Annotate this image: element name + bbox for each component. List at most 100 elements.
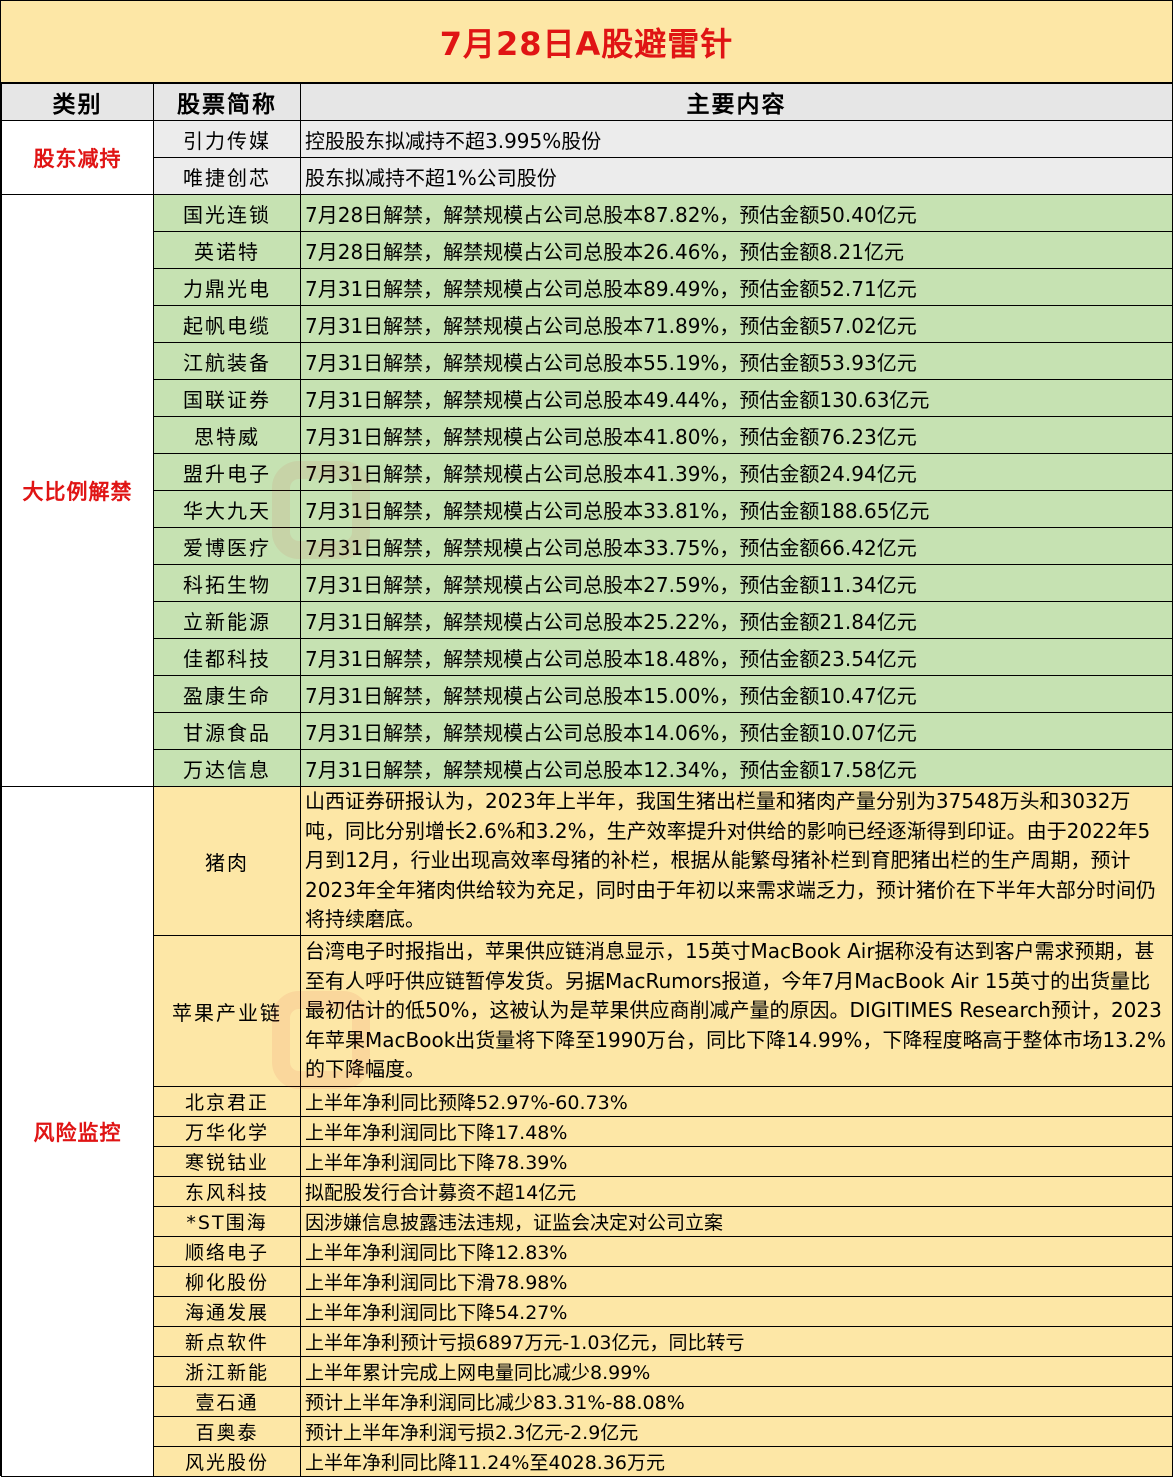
table-row: 思特威 7月31日解禁，解禁规模占公司总股本41.80%，预估金额76.23亿元 bbox=[2, 416, 1173, 454]
content-cell: 7月31日解禁，解禁规模占公司总股本33.81%，预估金额188.65亿元 bbox=[300, 490, 1173, 528]
table-row: 起帆电缆 7月31日解禁，解禁规模占公司总股本71.89%，预估金额57.02亿… bbox=[2, 305, 1173, 343]
content-cell: 7月31日解禁，解禁规模占公司总股本55.19%，预估金额53.93亿元 bbox=[300, 342, 1173, 380]
header-stock: 股票简称 bbox=[153, 83, 301, 121]
table-row: 华大九天 7月31日解禁，解禁规模占公司总股本33.81%，预估金额188.65… bbox=[2, 490, 1173, 528]
content-cell: 7月31日解禁，解禁规模占公司总股本12.34%，预估金额17.58亿元 bbox=[300, 749, 1173, 787]
stock-name: 猪肉 bbox=[153, 786, 301, 936]
stock-name: 东风科技 bbox=[153, 1176, 301, 1207]
content-cell: 7月31日解禁，解禁规模占公司总股本27.59%，预估金额11.34亿元 bbox=[300, 564, 1173, 602]
stock-name: 柳化股份 bbox=[153, 1266, 301, 1297]
stock-name: 甘源食品 bbox=[153, 712, 301, 750]
content-cell: 拟配股发行合计募资不超14亿元 bbox=[300, 1176, 1173, 1207]
stock-name: 江航装备 bbox=[153, 342, 301, 380]
stock-name: 海通发展 bbox=[153, 1296, 301, 1327]
content-cell: 控股股东拟减持不超3.995%股份 bbox=[300, 120, 1173, 158]
table-row: 唯捷创芯 股东拟减持不超1%公司股份 bbox=[2, 157, 1173, 195]
content-cell: 7月31日解禁，解禁规模占公司总股本41.80%，预估金额76.23亿元 bbox=[300, 416, 1173, 454]
table-row: 浙江新能 上半年累计完成上网电量同比减少8.99% bbox=[2, 1356, 1173, 1387]
stock-name: 爱博医疗 bbox=[153, 527, 301, 565]
table-row: 爱博医疗 7月31日解禁，解禁规模占公司总股本33.75%，预估金额66.42亿… bbox=[2, 527, 1173, 565]
content-cell: 7月31日解禁，解禁规模占公司总股本14.06%，预估金额10.07亿元 bbox=[300, 712, 1173, 750]
content-cell: 上半年净利润同比下降17.48% bbox=[300, 1116, 1173, 1147]
content-cell: 上半年净利预计亏损6897万元-1.03亿元，同比转亏 bbox=[300, 1326, 1173, 1357]
table-row: 江航装备 7月31日解禁，解禁规模占公司总股本55.19%，预估金额53.93亿… bbox=[2, 342, 1173, 380]
content-cell: 7月31日解禁，解禁规模占公司总股本15.00%，预估金额10.47亿元 bbox=[300, 675, 1173, 713]
content-cell: 台湾电子时报指出，苹果供应链消息显示，15英寸MacBook Air据称没有达到… bbox=[300, 935, 1173, 1087]
table-row: 力鼎光电 7月31日解禁，解禁规模占公司总股本89.49%，预估金额52.71亿… bbox=[2, 268, 1173, 306]
content-cell: 7月28日解禁，解禁规模占公司总股本26.46%，预估金额8.21亿元 bbox=[300, 231, 1173, 269]
table-row: 英诺特 7月28日解禁，解禁规模占公司总股本26.46%，预估金额8.21亿元 bbox=[2, 231, 1173, 269]
stock-name: 思特威 bbox=[153, 416, 301, 454]
content-cell: 预计上半年净利润同比减少83.31%-88.08% bbox=[300, 1386, 1173, 1417]
stock-name: 盟升电子 bbox=[153, 453, 301, 491]
content-cell: 7月31日解禁，解禁规模占公司总股本49.44%，预估金额130.63亿元 bbox=[300, 379, 1173, 417]
stock-name: 立新能源 bbox=[153, 601, 301, 639]
stock-name: 万达信息 bbox=[153, 749, 301, 787]
content-cell: 7月31日解禁，解禁规模占公司总股本71.89%，预估金额57.02亿元 bbox=[300, 305, 1173, 343]
sheet-title: 7月28日A股避雷针 bbox=[1, 0, 1172, 83]
header-content: 主要内容 bbox=[300, 83, 1173, 121]
stock-table: 类别 股票简称 主要内容 股东减持 引力传媒 控股股东拟减持不超3.995%股份… bbox=[1, 83, 1173, 1477]
table-row: 盟升电子 7月31日解禁，解禁规模占公司总股本41.39%，预估金额24.94亿… bbox=[2, 453, 1173, 491]
stock-name: 北京君正 bbox=[153, 1086, 301, 1117]
table-row: 盈康生命 7月31日解禁，解禁规模占公司总股本15.00%，预估金额10.47亿… bbox=[2, 675, 1173, 713]
stock-name: 力鼎光电 bbox=[153, 268, 301, 306]
content-cell: 7月28日解禁，解禁规模占公司总股本87.82%，预估金额50.40亿元 bbox=[300, 194, 1173, 232]
stock-name: 起帆电缆 bbox=[153, 305, 301, 343]
category-cell: 股东减持 bbox=[1, 120, 154, 195]
stock-name: *ST围海 bbox=[153, 1206, 301, 1237]
table-row: 新点软件 上半年净利预计亏损6897万元-1.03亿元，同比转亏 bbox=[2, 1326, 1173, 1357]
stock-name: 引力传媒 bbox=[153, 120, 301, 158]
table-row: 甘源食品 7月31日解禁，解禁规模占公司总股本14.06%，预估金额10.07亿… bbox=[2, 712, 1173, 750]
content-cell: 上半年净利同比降11.24%至4028.36万元 bbox=[300, 1446, 1173, 1477]
content-cell: 预计上半年净利润亏损2.3亿元-2.9亿元 bbox=[300, 1416, 1173, 1447]
table-row: 百奥泰 预计上半年净利润亏损2.3亿元-2.9亿元 bbox=[2, 1416, 1173, 1447]
content-cell: 上半年累计完成上网电量同比减少8.99% bbox=[300, 1356, 1173, 1387]
header-row: 类别 股票简称 主要内容 bbox=[1, 83, 1173, 121]
table-row: 壹石通 预计上半年净利润同比减少83.31%-88.08% bbox=[2, 1386, 1173, 1417]
stock-name: 万华化学 bbox=[153, 1116, 301, 1147]
content-cell: 上半年净利润同比下降12.83% bbox=[300, 1236, 1173, 1267]
table-row: *ST围海 因涉嫌信息披露违法违规，证监会决定对公司立案 bbox=[2, 1206, 1173, 1237]
content-cell: 上半年净利润同比下滑78.98% bbox=[300, 1266, 1173, 1297]
stock-name: 英诺特 bbox=[153, 231, 301, 269]
stock-name: 国联证券 bbox=[153, 379, 301, 417]
stock-name: 苹果产业链 bbox=[153, 935, 301, 1087]
table-row: 万华化学 上半年净利润同比下降17.48% bbox=[2, 1116, 1173, 1147]
table-row: 股东减持 引力传媒 控股股东拟减持不超3.995%股份 bbox=[1, 120, 1173, 195]
stock-name: 国光连锁 bbox=[153, 194, 301, 232]
table-row: 大比例解禁 国光连锁 7月28日解禁，解禁规模占公司总股本87.82%，预估金额… bbox=[1, 194, 1173, 787]
table-row: 风险监控 猪肉 山西证券研报认为，2023年上半年，我国生猪出栏量和猪肉产量分别… bbox=[1, 786, 1173, 1477]
stock-name: 寒锐钴业 bbox=[153, 1146, 301, 1177]
content-cell: 股东拟减持不超1%公司股份 bbox=[300, 157, 1173, 195]
stock-name: 新点软件 bbox=[153, 1326, 301, 1357]
stock-name: 科拓生物 bbox=[153, 564, 301, 602]
table-row: 国联证券 7月31日解禁，解禁规模占公司总股本49.44%，预估金额130.63… bbox=[2, 379, 1173, 417]
stock-name: 百奥泰 bbox=[153, 1416, 301, 1447]
table-row: 柳化股份 上半年净利润同比下滑78.98% bbox=[2, 1266, 1173, 1297]
table-row: 科拓生物 7月31日解禁，解禁规模占公司总股本27.59%，预估金额11.34亿… bbox=[2, 564, 1173, 602]
table-row: 风光股份 上半年净利同比降11.24%至4028.36万元 bbox=[2, 1446, 1173, 1477]
category-cell: 大比例解禁 bbox=[1, 194, 154, 787]
stock-name: 浙江新能 bbox=[153, 1356, 301, 1387]
content-cell: 山西证券研报认为，2023年上半年，我国生猪出栏量和猪肉产量分别为37548万头… bbox=[300, 786, 1173, 936]
category-cell: 风险监控 bbox=[1, 786, 154, 1477]
content-cell: 上半年净利润同比下降78.39% bbox=[300, 1146, 1173, 1177]
avoid-mines-sheet: 7月28日A股避雷针 类别 股票简称 主要内容 股东减持 引力传媒 控股股东拟减… bbox=[0, 0, 1173, 1477]
table-row: 东风科技 拟配股发行合计募资不超14亿元 bbox=[2, 1176, 1173, 1207]
stock-name: 华大九天 bbox=[153, 490, 301, 528]
stock-name: 风光股份 bbox=[153, 1446, 301, 1477]
stock-name: 顺络电子 bbox=[153, 1236, 301, 1267]
content-cell: 因涉嫌信息披露违法违规，证监会决定对公司立案 bbox=[300, 1206, 1173, 1237]
header-category: 类别 bbox=[1, 83, 154, 121]
content-cell: 7月31日解禁，解禁规模占公司总股本25.22%，预估金额21.84亿元 bbox=[300, 601, 1173, 639]
table-row: 海通发展 上半年净利润同比下降54.27% bbox=[2, 1296, 1173, 1327]
content-cell: 7月31日解禁，解禁规模占公司总股本89.49%，预估金额52.71亿元 bbox=[300, 268, 1173, 306]
stock-name: 唯捷创芯 bbox=[153, 157, 301, 195]
table-row: 立新能源 7月31日解禁，解禁规模占公司总股本25.22%，预估金额21.84亿… bbox=[2, 601, 1173, 639]
content-cell: 上半年净利润同比下降54.27% bbox=[300, 1296, 1173, 1327]
content-cell: 7月31日解禁，解禁规模占公司总股本41.39%，预估金额24.94亿元 bbox=[300, 453, 1173, 491]
table-row: 北京君正 上半年净利同比预降52.97%-60.73% bbox=[2, 1086, 1173, 1117]
content-cell: 7月31日解禁，解禁规模占公司总股本18.48%，预估金额23.54亿元 bbox=[300, 638, 1173, 676]
table-row: 顺络电子 上半年净利润同比下降12.83% bbox=[2, 1236, 1173, 1267]
